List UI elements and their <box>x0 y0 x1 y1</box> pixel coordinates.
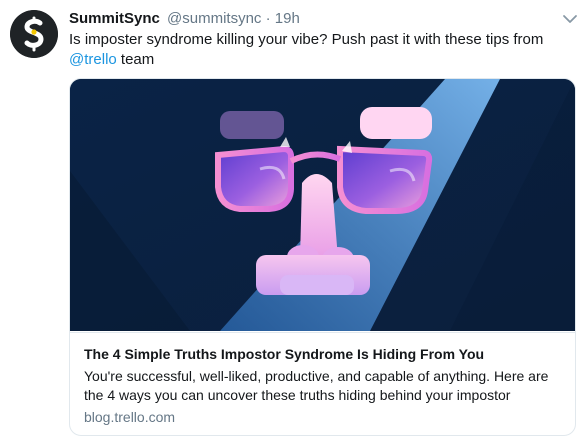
card-description: You're successful, well-liked, productiv… <box>84 368 549 403</box>
author-handle[interactable]: @summitsync <box>167 10 261 27</box>
author-name[interactable]: SummitSync <box>69 10 160 27</box>
tweet-timestamp[interactable]: 19h <box>275 10 300 27</box>
chevron-down-icon[interactable] <box>561 10 579 28</box>
card-image[interactable] <box>70 79 575 331</box>
tweet-text-tail: team <box>116 51 155 68</box>
card-domain[interactable]: blog.trello.com <box>84 408 175 427</box>
tweet: SummitSync @summitsync · 19h Is imposter… <box>0 0 586 442</box>
card-body[interactable]: The 4 Simple Truths Impostor Syndrome Is… <box>70 332 575 435</box>
card-title[interactable]: The 4 Simple Truths Impostor Syndrome Is… <box>84 345 564 364</box>
tweet-header: SummitSync @summitsync · 19h <box>69 9 300 29</box>
tweet-text: Is imposter syndrome killing your vibe? … <box>69 30 579 70</box>
separator-dot: · <box>265 10 271 27</box>
disguise-glasses-nose-illustration <box>70 79 575 331</box>
avatar[interactable] <box>10 10 58 58</box>
mention-link[interactable]: @trello <box>69 51 117 68</box>
link-card[interactable]: The 4 Simple Truths Impostor Syndrome Is… <box>69 78 576 436</box>
summitsync-logo-icon <box>10 10 58 58</box>
tweet-text-body: Is imposter syndrome killing your vibe? … <box>69 31 544 48</box>
